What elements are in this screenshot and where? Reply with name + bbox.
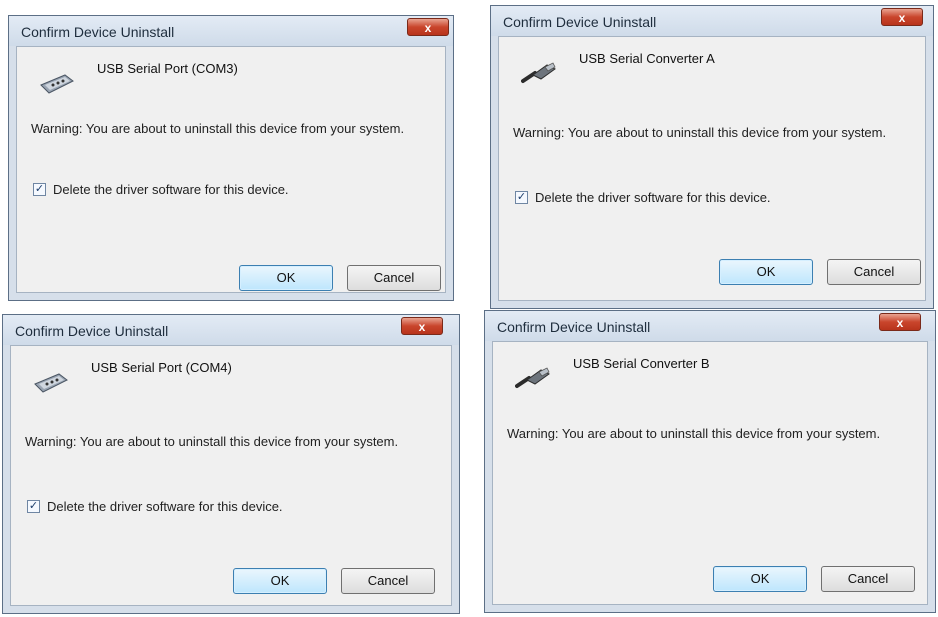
dialog-converter-b: Confirm Device Uninstall x USB Serial Co…: [484, 310, 936, 613]
cancel-button[interactable]: Cancel: [341, 568, 435, 594]
device-name: USB Serial Port (COM3): [97, 61, 238, 76]
ok-button[interactable]: OK: [719, 259, 813, 285]
dialog-body: USB Serial Port (COM3) Warning: You are …: [16, 46, 446, 293]
close-button[interactable]: x: [407, 18, 449, 36]
dialog-com4: Confirm Device Uninstall x USB Serial Po…: [2, 314, 460, 614]
warning-text: Warning: You are about to uninstall this…: [25, 434, 399, 449]
usb-connector-icon: [515, 367, 550, 388]
ok-button[interactable]: OK: [713, 566, 807, 592]
device-name: USB Serial Converter B: [573, 356, 710, 371]
close-button[interactable]: x: [881, 8, 923, 26]
device-name: USB Serial Converter A: [579, 51, 715, 66]
dialog-converter-a: Confirm Device Uninstall x USB Serial Co…: [490, 5, 934, 309]
device-name: USB Serial Port (COM4): [91, 360, 232, 375]
usb-serial-port-icon: [34, 373, 68, 393]
dialog-body: USB Serial Port (COM4) Warning: You are …: [10, 345, 452, 606]
ok-button[interactable]: OK: [233, 568, 327, 594]
title-bar[interactable]: Confirm Device Uninstall x: [9, 16, 453, 46]
ok-button[interactable]: OK: [239, 265, 333, 291]
cancel-button[interactable]: Cancel: [347, 265, 441, 291]
dialog-body: USB Serial Converter A Warning: You are …: [498, 36, 926, 301]
title-bar[interactable]: Confirm Device Uninstall x: [3, 315, 459, 345]
usb-serial-port-icon: [40, 74, 74, 94]
usb-connector-icon: [521, 62, 556, 83]
delete-driver-label[interactable]: Delete the driver software for this devi…: [535, 190, 771, 205]
title-bar[interactable]: Confirm Device Uninstall x: [491, 6, 933, 36]
delete-driver-label[interactable]: Delete the driver software for this devi…: [53, 182, 289, 197]
dialog-com3: Confirm Device Uninstall x USB Serial Po…: [8, 15, 454, 301]
dialog-body: USB Serial Converter B Warning: You are …: [492, 341, 928, 605]
delete-driver-checkbox[interactable]: ✓: [27, 500, 40, 513]
dialog-title: Confirm Device Uninstall: [15, 323, 169, 339]
cancel-button[interactable]: Cancel: [821, 566, 915, 592]
delete-driver-checkbox[interactable]: ✓: [33, 183, 46, 196]
warning-text: Warning: You are about to uninstall this…: [507, 426, 881, 441]
close-button[interactable]: x: [879, 313, 921, 331]
cancel-button[interactable]: Cancel: [827, 259, 921, 285]
dialog-title: Confirm Device Uninstall: [503, 14, 657, 30]
warning-text: Warning: You are about to uninstall this…: [31, 121, 405, 136]
dialog-title: Confirm Device Uninstall: [497, 319, 651, 335]
delete-driver-checkbox[interactable]: ✓: [515, 191, 528, 204]
dialog-title: Confirm Device Uninstall: [21, 24, 175, 40]
close-button[interactable]: x: [401, 317, 443, 335]
title-bar[interactable]: Confirm Device Uninstall x: [485, 311, 935, 341]
warning-text: Warning: You are about to uninstall this…: [513, 125, 887, 140]
delete-driver-label[interactable]: Delete the driver software for this devi…: [47, 499, 283, 514]
